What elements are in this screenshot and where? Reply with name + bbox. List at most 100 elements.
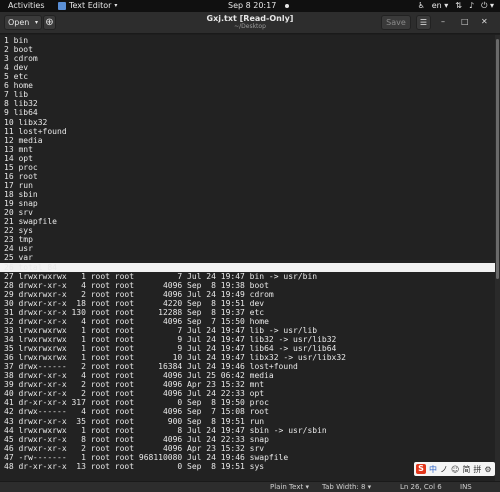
open-button-label: Open	[8, 18, 30, 27]
language-selector[interactable]: Plain Text ▾	[270, 482, 309, 492]
editor-line[interactable]: 12 media	[4, 136, 43, 145]
editor-line[interactable]: 19 snap	[4, 199, 38, 208]
line-text: cdrom	[13, 54, 38, 64]
editor-line[interactable]: 31 drwxr-xr-x 130 root root 12288 Sep 8 …	[4, 308, 264, 317]
accessibility-icon[interactable]: ♿	[418, 0, 425, 12]
editor-line[interactable]: 22 sys	[4, 226, 33, 235]
editor-line[interactable]: 10 libx32	[4, 118, 47, 127]
save-button[interactable]: Save	[381, 15, 411, 30]
editor-line[interactable]: 26 total 84	[4, 263, 57, 272]
line-text: media	[18, 135, 43, 145]
maximize-button[interactable]: □	[461, 17, 469, 26]
editor-line[interactable]: 9 lib64	[4, 108, 38, 117]
line-number: 48	[4, 461, 14, 471]
editor-line[interactable]: 18 sbin	[4, 190, 38, 199]
app-menu[interactable]: Text Editor ▾	[58, 0, 117, 12]
editor-line[interactable]: 21 swapfile	[4, 217, 57, 226]
editor-line[interactable]: 32 drwxr-xr-x 4 root root 4096 Sep 7 15:…	[4, 317, 269, 326]
editor-line[interactable]: 2 boot	[4, 45, 33, 54]
editor-line[interactable]: 41 dr-xr-xr-x 317 root root 0 Sep 8 19:5…	[4, 398, 269, 407]
keyboard-layout[interactable]: en ▾	[432, 0, 449, 12]
menu-button[interactable]: ☰	[416, 15, 431, 30]
line-number: 15	[4, 162, 14, 172]
editor-line[interactable]: 28 drwxr-xr-x 4 root root 4096 Sep 8 19:…	[4, 281, 269, 290]
editor-line[interactable]: 29 drwxrwxr-x 2 root root 4096 Jul 24 19…	[4, 290, 274, 299]
line-number: 12	[4, 135, 14, 145]
editor-line[interactable]: 5 etc	[4, 72, 28, 81]
volume-icon[interactable]: ♪	[469, 0, 474, 12]
line-text: lrwxrwxrwx 1 root root 7 Jul 24 19:47 bi…	[18, 271, 318, 281]
close-button[interactable]: ✕	[481, 17, 488, 26]
editor-line[interactable]: 6 home	[4, 81, 33, 90]
line-text: drwxr-xr-x 2 root root 4096 Apr 23 15:32…	[18, 443, 265, 453]
editor-line[interactable]: 48 dr-xr-xr-x 13 root root 0 Sep 8 19:51…	[4, 462, 264, 471]
editor-line[interactable]: 39 drwxr-xr-x 2 root root 4096 Apr 23 15…	[4, 380, 264, 389]
editor-line[interactable]: 44 lrwxrwxrwx 1 root root 8 Jul 24 19:47…	[4, 426, 327, 435]
network-icon[interactable]: ⇅	[455, 0, 462, 12]
line-number: 17	[4, 180, 14, 190]
editor-line[interactable]: 34 lrwxrwxrwx 1 root root 9 Jul 24 19:47…	[4, 335, 336, 344]
editor-line[interactable]: 1 bin	[4, 36, 28, 45]
editor-line[interactable]: 40 drwxr-xr-x 2 root root 4096 Jul 24 22…	[4, 389, 264, 398]
line-text: dr-xr-xr-x 317 root root 0 Sep 8 19:50 p…	[18, 398, 269, 408]
hamburger-menu-icon: ☰	[419, 18, 428, 27]
editor-line[interactable]: 42 drwx------ 4 root root 4096 Sep 7 15:…	[4, 407, 269, 416]
editor-line[interactable]: 13 mnt	[4, 145, 33, 154]
editor-line[interactable]: 35 lrwxrwxrwx 1 root root 9 Jul 24 19:47…	[4, 344, 336, 353]
editor-line[interactable]: 17 run	[4, 181, 33, 190]
editor-line[interactable]: 46 drwxr-xr-x 2 root root 4096 Apr 23 15…	[4, 444, 264, 453]
line-text: swapfile	[18, 217, 57, 227]
ime-simplified[interactable]: 简	[462, 464, 470, 475]
editor-line[interactable]: 16 root	[4, 172, 38, 181]
editor-line[interactable]: 25 var	[4, 253, 33, 262]
editor-line[interactable]: 38 drwxr-xr-x 4 root root 4096 Jul 25 06…	[4, 371, 274, 380]
editor-line[interactable]: 11 lost+found	[4, 127, 67, 136]
scrollbar-thumb[interactable]	[496, 39, 499, 279]
line-number: 24	[4, 244, 14, 254]
new-document-icon: ⊕	[45, 17, 54, 28]
editor-line[interactable]: 14 opt	[4, 154, 33, 163]
ime-emoji-icon[interactable]: ☺	[451, 465, 459, 474]
ime-settings-icon[interactable]: ⚙	[484, 465, 491, 474]
editor-line[interactable]: 7 lib	[4, 90, 28, 99]
text-editor-area[interactable]: 1 bin 2 boot 3 cdrom 4 dev 5 etc 6 home 7 lib 8…	[0, 35, 495, 481]
editor-line[interactable]: 23 tmp	[4, 235, 33, 244]
ime-pinyin[interactable]: 拼	[473, 464, 481, 475]
open-button[interactable]: Open ▾	[4, 15, 42, 30]
line-text: total 84	[18, 262, 57, 272]
editor-line[interactable]: 15 proc	[4, 163, 38, 172]
line-number: 40	[4, 389, 14, 399]
line-text: snap	[18, 199, 38, 209]
editor-line[interactable]: 24 usr	[4, 244, 33, 253]
editor-line[interactable]: 33 lrwxrwxrwx 1 root root 7 Jul 24 19:47…	[4, 326, 317, 335]
line-text: drwx------ 4 root root 4096 Sep 7 15:08 …	[18, 407, 269, 417]
power-icon[interactable]: ⏻ ▾	[481, 0, 494, 12]
editor-line[interactable]: 3 cdrom	[4, 54, 38, 63]
line-number: 38	[4, 371, 14, 381]
editor-line[interactable]: 27 lrwxrwxrwx 1 root root 7 Jul 24 19:47…	[4, 272, 317, 281]
editor-line[interactable]: 30 drwxr-xr-x 18 root root 4220 Sep 8 19…	[4, 299, 264, 308]
line-text: opt	[18, 153, 33, 163]
ime-chinese-mode[interactable]: 中	[429, 464, 437, 475]
cursor-position[interactable]: Ln 26, Col 6	[400, 482, 442, 492]
editor-line[interactable]: 45 drwxr-xr-x 8 root root 4096 Jul 24 22…	[4, 435, 269, 444]
tab-width-selector[interactable]: Tab Width: 8 ▾	[322, 482, 371, 492]
editor-line[interactable]: 8 lib32	[4, 99, 38, 108]
editor-line[interactable]: 43 drwxr-xr-x 35 root root 900 Sep 8 19:…	[4, 417, 264, 426]
ime-toolbar[interactable]: S 中 ノ ☺ 简 拼 ⚙	[414, 462, 495, 476]
system-tray[interactable]: ♿ en ▾ ⇅ ♪ ⏻ ▾	[418, 0, 494, 12]
editor-line[interactable]: 47 -rw------- 1 root root 968110080 Jul …	[4, 453, 288, 462]
sogou-logo-icon[interactable]: S	[416, 464, 426, 474]
new-tab-button[interactable]: ⊕	[43, 15, 56, 30]
editor-line[interactable]: 37 drwx------ 2 root root 16384 Jul 24 1…	[4, 362, 298, 371]
ime-punctuation[interactable]: ノ	[440, 464, 448, 475]
activities-button[interactable]: Activities	[8, 0, 45, 12]
clock[interactable]: Sep 8 20:17	[228, 0, 276, 12]
editor-line[interactable]: 36 lrwxrwxrwx 1 root root 10 Jul 24 19:4…	[4, 353, 346, 362]
vertical-scrollbar[interactable]	[495, 35, 500, 481]
editor-line[interactable]: 4 dev	[4, 63, 28, 72]
line-number: 3	[4, 54, 9, 64]
minimize-button[interactable]: –	[441, 17, 445, 26]
editor-line[interactable]: 20 srv	[4, 208, 33, 217]
line-number: 43	[4, 416, 14, 426]
